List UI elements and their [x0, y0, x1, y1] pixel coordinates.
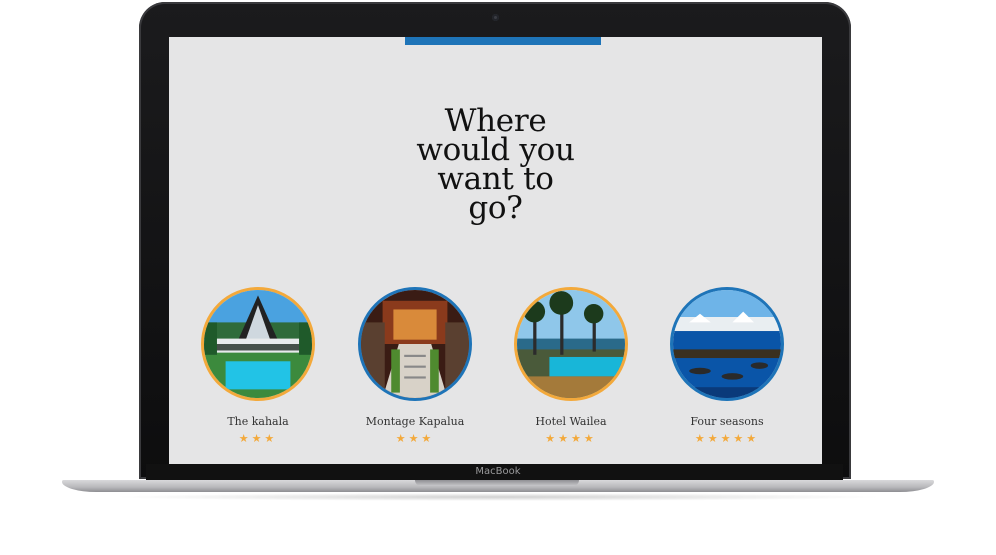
star-rating: ★★★★★	[694, 432, 760, 445]
hotel-name[interactable]: Four seasons	[647, 415, 807, 428]
hotel-photo[interactable]	[201, 287, 315, 401]
hotel-card-montage-kapalua[interactable]: Montage Kapalua ★★★	[335, 287, 495, 445]
resort-photo-icon	[673, 290, 781, 398]
top-accent-bar	[405, 37, 601, 45]
laptop-screen: Where would you want to go? The kahala ★…	[169, 37, 822, 464]
hotel-card-the-kahala[interactable]: The kahala ★★★	[178, 287, 338, 445]
resort-photo-icon	[204, 290, 312, 398]
star-rating: ★★★	[395, 432, 435, 445]
star-rating: ★★★	[238, 432, 278, 445]
laptop-shadow	[110, 493, 886, 501]
device-brand-label: MacBook	[475, 466, 521, 477]
headline-line-4: go?	[468, 190, 523, 226]
hotel-photo[interactable]	[358, 287, 472, 401]
hotel-name[interactable]: Montage Kapalua	[335, 415, 495, 428]
hotel-name[interactable]: The kahala	[178, 415, 338, 428]
resort-photo-icon	[361, 290, 469, 398]
hotel-name[interactable]: Hotel Wailea	[491, 415, 651, 428]
hotel-photo[interactable]	[670, 287, 784, 401]
hotel-card-four-seasons[interactable]: Four seasons ★★★★★	[647, 287, 807, 445]
laptop-opening-notch	[415, 480, 579, 486]
hotel-photo[interactable]	[514, 287, 628, 401]
laptop-mockup: Where would you want to go? The kahala ★…	[0, 0, 996, 555]
page-headline: Where would you want to go?	[169, 106, 822, 226]
hotel-card-hotel-wailea[interactable]: Hotel Wailea ★★★★	[491, 287, 651, 445]
resort-photo-icon	[517, 290, 625, 398]
camera-icon	[492, 14, 499, 21]
star-rating: ★★★★	[545, 432, 597, 445]
